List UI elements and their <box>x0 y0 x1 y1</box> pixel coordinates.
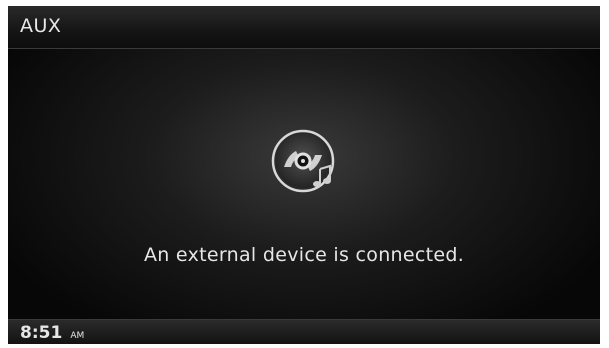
aux-screen: AUX An external device is connected. 8:5… <box>8 6 600 344</box>
main-area: An external device is connected. <box>8 49 600 319</box>
connection-message: An external device is connected. <box>143 244 465 266</box>
screen-title: AUX <box>20 15 62 37</box>
status-bar: 8:51 AM <box>8 319 600 344</box>
aux-device-icon <box>271 129 335 193</box>
clock-ampm: AM <box>70 331 85 341</box>
clock-time: 8:51 <box>20 323 63 343</box>
title-bar: AUX <box>8 6 600 49</box>
clock: 8:51 AM <box>20 323 84 343</box>
